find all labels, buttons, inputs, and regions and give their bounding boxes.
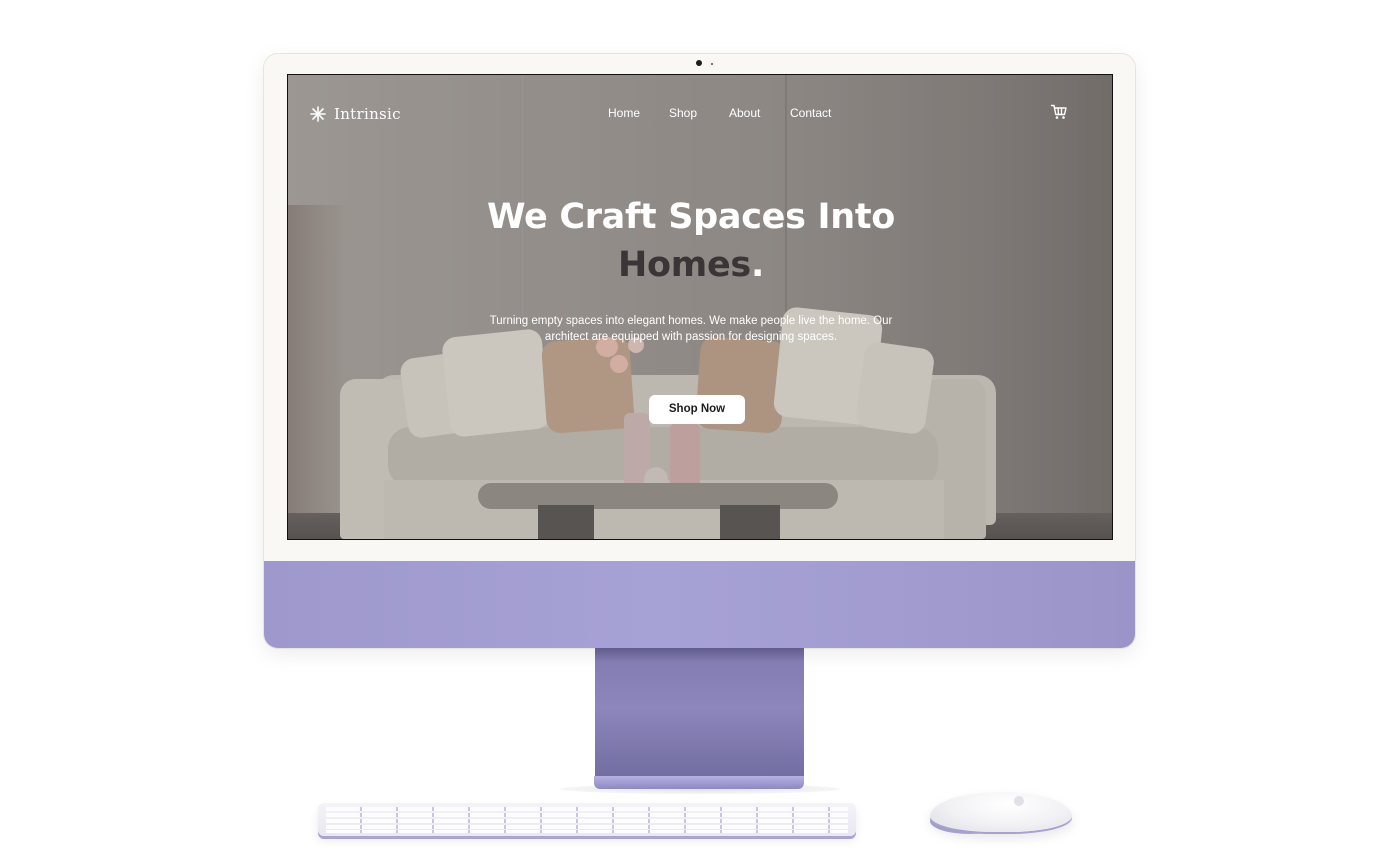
sparkle-icon bbox=[310, 106, 326, 122]
shop-now-button[interactable]: Shop Now bbox=[649, 395, 745, 424]
hero-overlay bbox=[288, 75, 1112, 539]
brand-name: Intrinsic bbox=[334, 105, 401, 123]
keyboard-row bbox=[326, 825, 848, 829]
keyboard-row bbox=[326, 819, 848, 823]
nav-contact[interactable]: Contact bbox=[790, 106, 831, 120]
camera-icon bbox=[696, 60, 702, 66]
monitor-stand bbox=[595, 648, 804, 780]
hero-headline: We Craft Spaces Into bbox=[486, 197, 896, 237]
sensor-dot bbox=[711, 63, 713, 65]
hero-section: Intrinsic Home Shop About Contact We Cra… bbox=[288, 75, 1112, 539]
monitor-chin bbox=[264, 561, 1135, 648]
mouse bbox=[930, 792, 1072, 832]
brand-logo[interactable]: Intrinsic bbox=[310, 105, 401, 123]
hero-headline-accent-word: Homes bbox=[618, 245, 751, 285]
keyboard-row bbox=[326, 807, 848, 811]
nav-shop[interactable]: Shop bbox=[669, 106, 697, 120]
nav-about[interactable]: About bbox=[729, 106, 760, 120]
hero-subtext: Turning empty spaces into elegant homes.… bbox=[489, 315, 893, 343]
cart-icon[interactable] bbox=[1050, 103, 1068, 121]
nav-home[interactable]: Home bbox=[608, 106, 640, 120]
device-mockup-stage: Intrinsic Home Shop About Contact We Cra… bbox=[0, 0, 1400, 866]
keyboard bbox=[318, 803, 856, 836]
hero-headline-dot: . bbox=[750, 245, 764, 285]
apple-logo-icon bbox=[1014, 796, 1024, 806]
keyboard-row bbox=[326, 830, 848, 833]
keyboard-row bbox=[326, 813, 848, 817]
monitor-stand-foot bbox=[594, 776, 804, 789]
hero-headline-accent: Homes. bbox=[288, 241, 1094, 289]
screen: Intrinsic Home Shop About Contact We Cra… bbox=[287, 74, 1113, 540]
